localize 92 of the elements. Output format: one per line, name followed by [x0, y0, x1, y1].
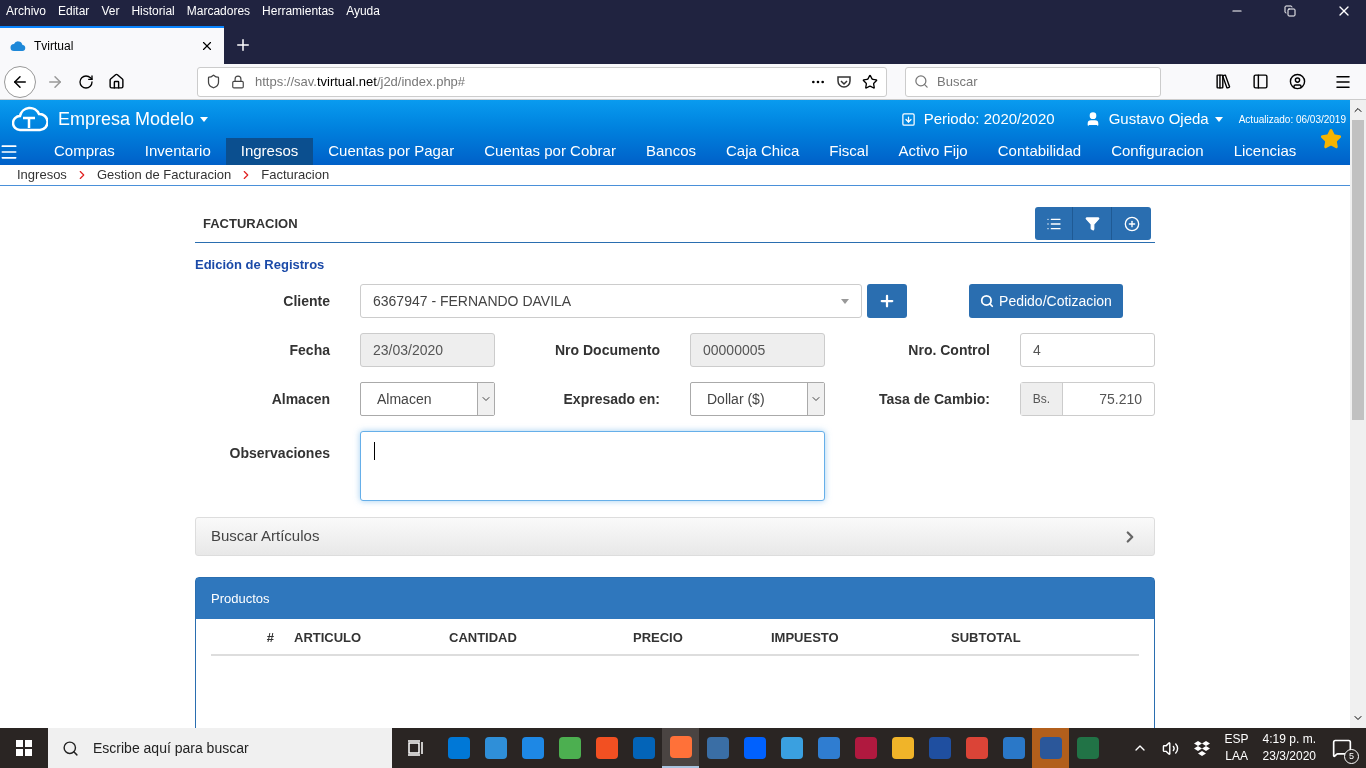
form-title: FACTURACION	[203, 215, 299, 234]
column-header: PRECIO	[633, 629, 683, 645]
nav-tab[interactable]: Caja Chica	[711, 138, 815, 165]
pocket-icon[interactable]	[836, 73, 852, 90]
lock-icon[interactable]	[231, 74, 245, 89]
plus-icon	[878, 292, 896, 310]
field-label: Fecha	[289, 342, 330, 358]
taskbar-search-field[interactable]: Escribe aquí para buscar	[48, 728, 392, 768]
search-icon	[914, 74, 929, 89]
shield-icon[interactable]	[206, 74, 221, 89]
quote-button[interactable]: Pedido/Cotizacion	[969, 284, 1123, 318]
nav-tab[interactable]: Contabilidad	[982, 138, 1097, 165]
clock-time[interactable]: 4:19 p. m.	[1262, 731, 1316, 748]
sidebar-icon[interactable]	[1252, 73, 1269, 90]
menu-item[interactable]: Marcadores	[186, 2, 251, 20]
bookmark-star-icon[interactable]	[862, 73, 878, 90]
star-icon[interactable]	[1320, 128, 1342, 150]
reload-icon[interactable]	[78, 73, 94, 90]
restore-icon[interactable]	[1284, 5, 1296, 17]
menu-item[interactable]: Ayuda	[346, 2, 380, 20]
language-label[interactable]: LAA	[1225, 748, 1248, 765]
panel-title: Productos	[211, 589, 270, 608]
field-label: Nro Documento	[555, 342, 660, 358]
nav-tab[interactable]: Activo Fijo	[883, 138, 983, 165]
browser-tab[interactable]: Tvirtual	[0, 26, 224, 64]
nav-tab[interactable]: Configuracion	[1096, 138, 1219, 165]
scrollbar[interactable]	[1350, 100, 1366, 728]
library-icon[interactable]	[1215, 73, 1232, 90]
exchange-rate-field[interactable]: Bs. 75.210	[1020, 382, 1155, 416]
list-button[interactable]	[1035, 207, 1073, 240]
column-header: IMPUESTO	[771, 629, 839, 645]
user-dropdown[interactable]: Gustavo Ojeda	[1108, 107, 1223, 131]
add-client-button[interactable]	[867, 284, 907, 318]
company-dropdown[interactable]: Empresa Modelo	[58, 105, 209, 133]
notification-count: 5	[1344, 749, 1359, 764]
filter-icon	[1084, 216, 1100, 231]
volume-icon[interactable]	[1161, 739, 1179, 757]
nav-tab[interactable]: Fiscal	[814, 138, 884, 165]
column-header: ARTICULO	[294, 629, 362, 645]
menu-item[interactable]: Herramientas	[262, 2, 335, 20]
field-label: Expresado en:	[563, 391, 660, 407]
nav-tab[interactable]: Cuentas por Pagar	[313, 138, 470, 165]
address-bar[interactable]: https://sav.tvirtual.net/j2d/index.php#	[197, 66, 887, 97]
nav-tab[interactable]: Cuentas por Cobrar	[469, 138, 631, 165]
column-header: CANTIDAD	[449, 629, 517, 645]
account-icon[interactable]	[1289, 73, 1306, 90]
close-icon[interactable]	[200, 39, 214, 53]
menu-item[interactable]: Historial	[131, 2, 175, 20]
dropbox-icon[interactable]	[1192, 740, 1211, 756]
column-header: SUBTOTAL	[951, 629, 1021, 645]
field-label: Observaciones	[229, 445, 330, 461]
breadcrumb-link[interactable]: Gestion de Facturacion	[96, 165, 232, 185]
nav-tab[interactable]: Licencias	[1218, 138, 1312, 165]
column-header: #	[266, 629, 274, 645]
logo-icon	[12, 106, 48, 132]
period-label: Periodo: 2020/2020	[923, 108, 1055, 129]
language-label[interactable]: ESP	[1224, 731, 1249, 748]
search-icon	[980, 294, 995, 308]
clock-date[interactable]: 23/3/2020	[1262, 748, 1316, 765]
nav-tab[interactable]: Bancos	[630, 138, 711, 165]
field-label: Tasa de Cambio:	[879, 391, 990, 407]
updated-label: Actualizado: 06/03/2019	[1238, 112, 1346, 127]
nav-tab[interactable]: Ingresos	[225, 138, 314, 165]
new-tab-icon[interactable]	[234, 36, 252, 54]
breadcrumb-link[interactable]: Facturacion	[261, 165, 330, 185]
breadcrumb-link[interactable]: Ingresos	[17, 165, 67, 185]
notification-icon[interactable]	[1332, 738, 1352, 758]
section-subtitle: Edición de Registros	[195, 255, 325, 274]
search-icon	[62, 739, 79, 757]
cloud-icon	[10, 40, 26, 52]
nav-tab[interactable]: Compras	[39, 138, 130, 165]
filter-button[interactable]	[1073, 207, 1112, 240]
field-label: Cliente	[283, 293, 330, 309]
windows-icon	[16, 740, 32, 756]
search-field[interactable]: Buscar	[905, 66, 1161, 97]
task-view-glyph-icon	[407, 740, 425, 756]
taskbar-app[interactable]	[662, 728, 699, 768]
menu-item[interactable]: Archivo	[6, 2, 46, 20]
client-select[interactable]: 6367947 - FERNANDO DAVILA	[360, 284, 862, 318]
menu-item[interactable]: Ver	[101, 2, 120, 20]
add-button[interactable]	[1112, 207, 1151, 240]
field-label: Nro. Control	[908, 342, 990, 358]
plus-circle-icon	[1123, 215, 1140, 232]
select-field[interactable]: Almacen	[360, 382, 495, 416]
search-articles-panel[interactable]: Buscar Artículos	[195, 517, 1155, 556]
text-field[interactable]: 4	[1020, 333, 1155, 367]
back-button[interactable]	[4, 65, 36, 98]
select-field[interactable]: Dollar ($)	[690, 382, 825, 416]
menu-item[interactable]: Editar	[58, 2, 90, 20]
field-label: Almacen	[271, 391, 330, 407]
home-icon[interactable]	[108, 73, 125, 90]
nav-tab[interactable]: Inventario	[129, 138, 226, 165]
